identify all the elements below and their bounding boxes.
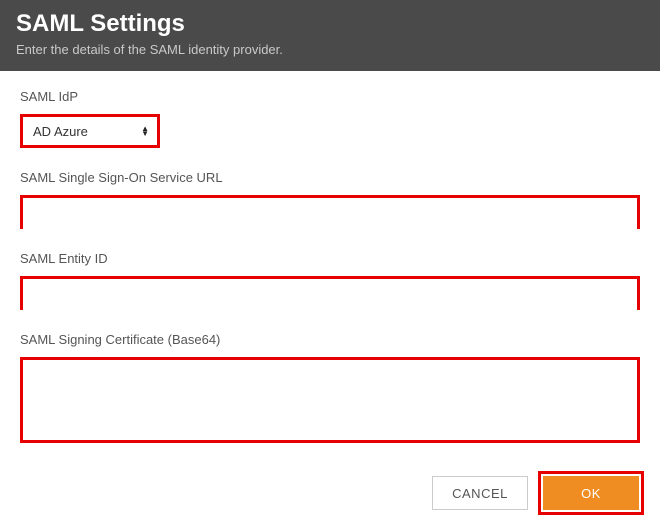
input-sso-url[interactable] [23,198,637,232]
textarea-wrap-signing-cert [20,357,640,443]
field-group-idp: SAML IdP AD Azure ▲▼ [20,89,640,148]
dialog-header: SAML Settings Enter the details of the S… [0,0,660,71]
ok-button[interactable]: OK [543,476,639,510]
label-sso-url: SAML Single Sign-On Service URL [20,170,640,185]
label-saml-idp: SAML IdP [20,89,640,104]
select-saml-idp-value: AD Azure [33,124,88,139]
input-wrap-sso-url [20,195,640,229]
dialog-title: SAML Settings [16,10,644,38]
updown-caret-icon: ▲▼ [141,126,149,136]
field-group-signing-cert: SAML Signing Certificate (Base64) [20,332,640,443]
cancel-button[interactable]: CANCEL [432,476,528,510]
label-signing-cert: SAML Signing Certificate (Base64) [20,332,640,347]
input-wrap-entity-id [20,276,640,310]
form-body: SAML IdP AD Azure ▲▼ SAML Single Sign-On… [0,71,660,463]
textarea-signing-cert[interactable] [23,360,637,440]
label-entity-id: SAML Entity ID [20,251,640,266]
input-entity-id[interactable] [23,279,637,313]
select-saml-idp[interactable]: AD Azure ▲▼ [20,114,160,148]
ok-button-highlight: OK [538,471,644,515]
field-group-sso-url: SAML Single Sign-On Service URL [20,170,640,229]
dialog-subtitle: Enter the details of the SAML identity p… [16,42,644,57]
field-group-entity-id: SAML Entity ID [20,251,640,310]
button-row: CANCEL OK [0,463,660,527]
